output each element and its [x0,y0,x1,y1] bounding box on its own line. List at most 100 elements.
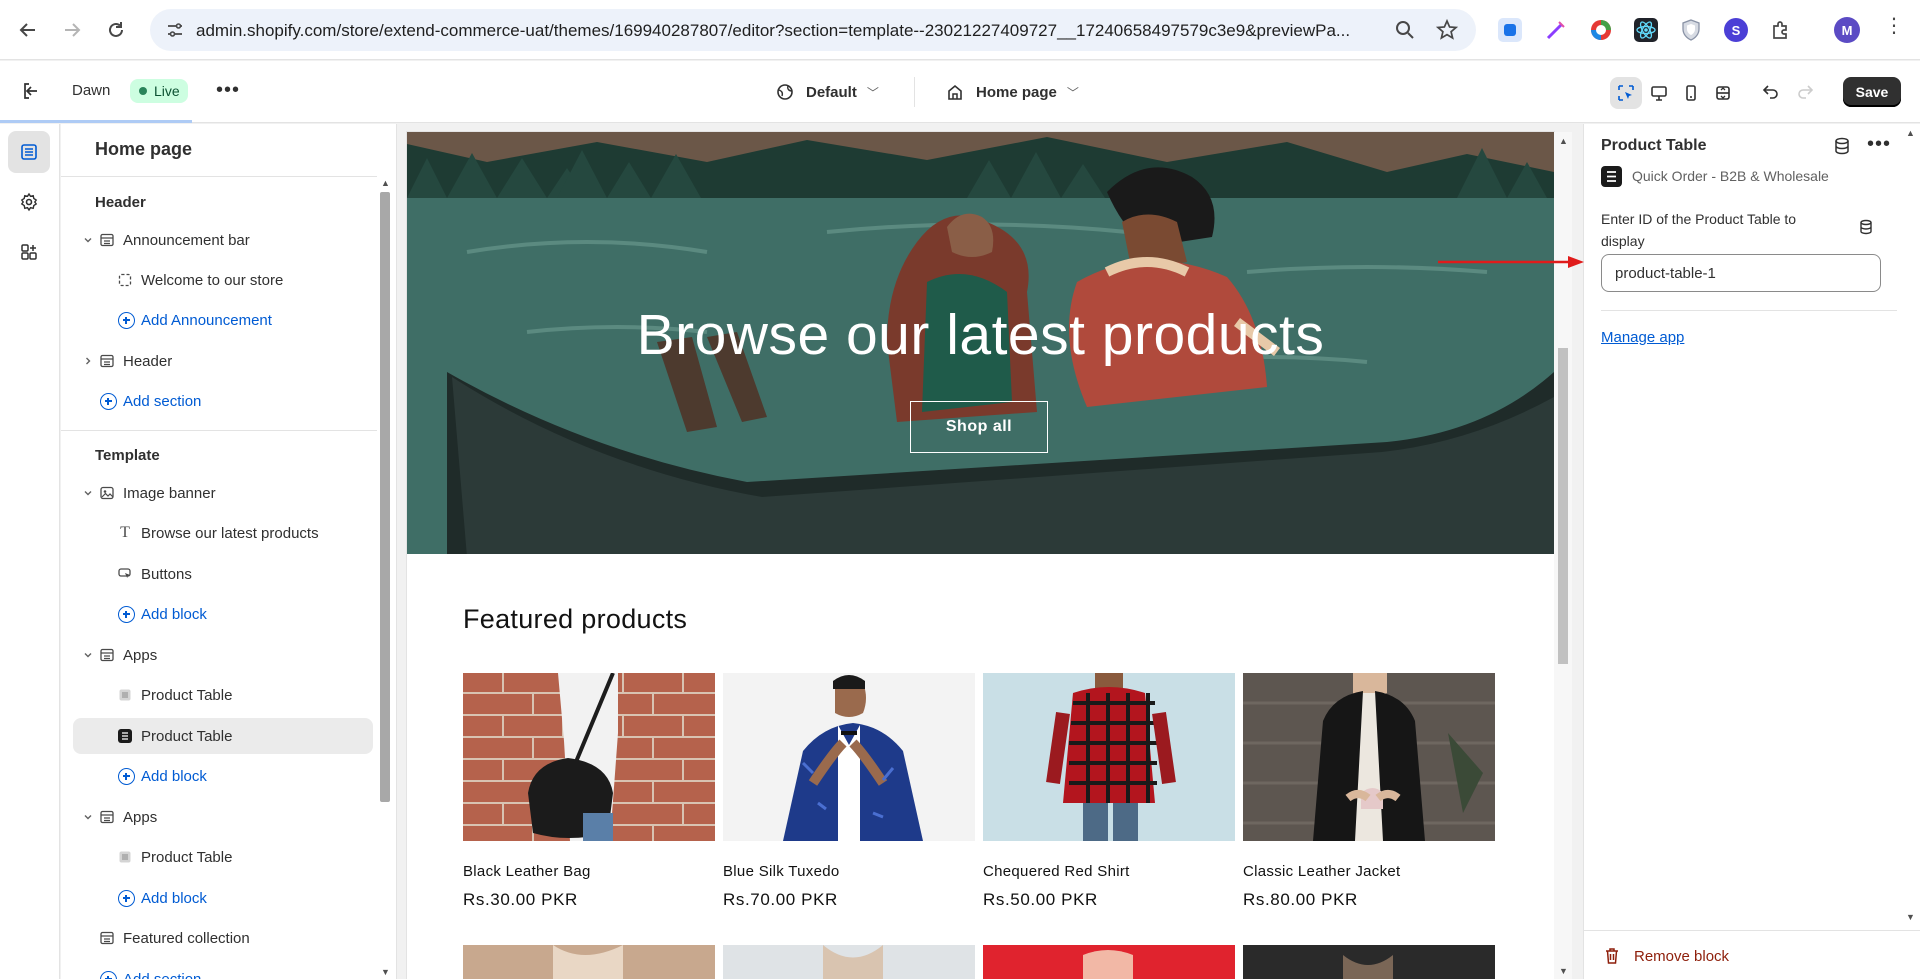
redo-icon[interactable] [1791,77,1819,105]
section-apps[interactable]: Apps [73,799,373,835]
apps-icon[interactable] [8,231,50,273]
profile-avatar[interactable]: M [1834,17,1860,43]
site-info-icon[interactable] [166,21,184,39]
more-actions-icon[interactable]: ••• [1867,133,1891,156]
settings-gear-icon[interactable] [8,181,50,223]
product-image-partial[interactable] [1243,945,1495,979]
react-devtools-icon[interactable] [1634,18,1658,42]
scroll-down-icon[interactable]: ▼ [1906,912,1915,922]
product-name[interactable]: Classic Leather Jacket [1243,863,1495,880]
trash-icon [1606,948,1618,964]
inspector-cursor-icon[interactable] [1610,77,1642,109]
app-logo-icon [1601,166,1622,187]
product-image[interactable] [723,673,975,841]
block-heading-text[interactable]: T Browse our latest products [73,515,373,551]
product-card[interactable]: Chequered Red Shirt Rs.50.00 PKR [983,673,1235,910]
chevron-down-icon[interactable] [81,648,95,662]
scroll-up-icon[interactable]: ▲ [1559,136,1568,146]
product-card[interactable]: Blue Silk Tuxedo Rs.70.00 PKR [723,673,975,910]
url-text[interactable]: admin.shopify.com/store/extend-commerce-… [196,21,1376,41]
screen-capture-extension-icon[interactable] [1498,18,1522,42]
zoom-icon[interactable] [1394,19,1416,41]
sections-icon[interactable] [8,131,50,173]
add-section-button[interactable]: Add section [73,961,373,979]
image-banner[interactable]: Browse our latest products Shop all [407,132,1554,554]
scroll-up-icon[interactable]: ▲ [1906,128,1915,138]
shop-all-button[interactable]: Shop all [910,401,1048,453]
add-announcement-button[interactable]: Add Announcement [73,302,373,338]
chevron-down-icon: ﹀ [1066,85,1079,100]
chevron-down-icon[interactable] [81,486,95,500]
browser-menu-icon[interactable]: ⋮ [1884,16,1904,36]
block-welcome-text[interactable]: Welcome to our store [73,262,373,298]
shield-extension-icon[interactable] [1679,18,1703,42]
dynamic-source-icon[interactable] [1859,219,1873,235]
scrollbar-thumb[interactable] [1558,348,1568,664]
product-name[interactable]: Chequered Red Shirt [983,863,1235,880]
add-block-button[interactable]: Add block [73,596,373,632]
image-icon [98,484,116,502]
product-image-partial[interactable] [983,945,1235,979]
section-announcement-bar[interactable]: Announcement bar [73,222,373,258]
table-id-input[interactable] [1601,254,1881,292]
product-image[interactable] [983,673,1235,841]
forward-icon[interactable] [56,14,88,46]
fullscreen-view-icon[interactable] [1707,77,1739,109]
product-card[interactable]: Black Leather Bag Rs.30.00 PKR [463,673,715,910]
section-layout-icon [98,808,116,826]
product-name[interactable]: Blue Silk Tuxedo [723,863,975,880]
save-button[interactable]: Save [1843,77,1901,107]
product-card[interactable]: Classic Leather Jacket Rs.80.00 PKR [1243,673,1495,910]
sidebar-scrollbar[interactable]: ▲ ▼ [377,176,393,979]
product-price: Rs.80.00 PKR [1243,890,1358,909]
dynamic-source-icon[interactable] [1834,137,1850,155]
exit-editor-icon[interactable] [20,80,42,102]
pen-extension-icon[interactable] [1544,18,1568,42]
block-buttons[interactable]: Buttons [73,556,373,592]
storefront-preview[interactable]: Browse our latest products Shop all Feat… [407,132,1554,979]
product-price: Rs.50.00 PKR [983,890,1098,909]
add-section-button[interactable]: Add section [73,383,373,419]
remove-block-button[interactable]: Remove block [1604,944,1729,968]
theme-variant-select[interactable]: Default ﹀ [776,78,879,106]
block-product-table[interactable]: Product Table [73,839,373,875]
chevron-right-icon[interactable] [81,354,95,368]
product-image-partial[interactable] [723,945,975,979]
manage-app-link[interactable]: Manage app [1601,329,1684,346]
block-product-table-selected[interactable]: Product Table [73,718,373,754]
block-product-table[interactable]: Product Table [73,677,373,713]
mobile-view-icon[interactable] [1675,77,1707,109]
section-featured-collection[interactable]: Featured collection [73,920,373,956]
scroll-down-icon[interactable]: ▼ [381,967,390,977]
scroll-up-icon[interactable]: ▲ [381,178,390,188]
scrollbar-thumb[interactable] [380,192,390,802]
theme-name: Dawn [72,82,111,99]
bookmark-star-icon[interactable] [1436,19,1458,41]
product-image[interactable] [1243,673,1495,841]
section-apps[interactable]: Apps [73,637,373,673]
view-tools [1610,75,1744,111]
block-settings-panel: Product Table ••• Quick Order - B2B & Wh… [1583,124,1920,979]
color-picker-extension-icon[interactable] [1589,18,1613,42]
section-image-banner[interactable]: Image banner [73,475,373,511]
panel-footer: Remove block [1584,930,1920,979]
section-header[interactable]: Header [73,343,373,379]
scroll-down-icon[interactable]: ▼ [1559,966,1568,976]
sections-sidebar: Home page Header Announcement bar Welcom… [61,124,397,979]
desktop-view-icon[interactable] [1643,77,1675,109]
product-name[interactable]: Black Leather Bag [463,863,715,880]
extensions-puzzle-icon[interactable] [1769,18,1793,42]
page-select[interactable]: Home page ﹀ [946,78,1079,106]
s-extension-icon[interactable]: S [1724,18,1748,42]
theme-actions-icon[interactable]: ••• [216,79,240,102]
reload-icon[interactable] [100,14,132,46]
undo-icon[interactable] [1757,77,1785,105]
address-bar[interactable]: admin.shopify.com/store/extend-commerce-… [150,9,1476,51]
chevron-down-icon[interactable] [81,810,95,824]
product-image-partial[interactable] [463,945,715,979]
back-icon[interactable] [12,14,44,46]
product-image[interactable] [463,673,715,841]
chevron-down-icon[interactable] [81,233,95,247]
add-block-button[interactable]: Add block [73,758,373,794]
add-block-button[interactable]: Add block [73,880,373,916]
